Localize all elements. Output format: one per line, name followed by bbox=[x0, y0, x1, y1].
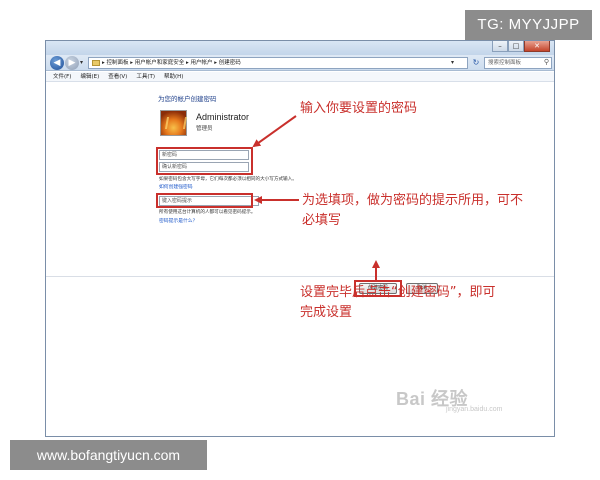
maximize-button[interactable]: □ bbox=[508, 41, 524, 52]
minimize-button[interactable]: – bbox=[492, 41, 508, 52]
case-sensitivity-note: 如果密码包含大写字母，它们每次都必须以相同的大小写方式输入。 bbox=[159, 177, 297, 182]
user-name: Administrator bbox=[196, 112, 250, 122]
search-icon[interactable]: ⚲ bbox=[544, 58, 549, 66]
forward-arrow-icon[interactable]: ▶ bbox=[65, 56, 79, 70]
annotation-finish: 设置完毕后点击“创建密码”，即可 完成设置 bbox=[300, 283, 495, 323]
user-role: 管理员 bbox=[196, 126, 213, 132]
menu-help[interactable]: 帮助(H) bbox=[164, 72, 183, 81]
annotation-enter-password: 输入你要设置的密码 bbox=[300, 101, 418, 116]
address-bar: ◀ ▶ ▾ ▸ 控制面板 ▸ 用户帐户和家庭安全 ▸ 用户帐户 ▸ 创建密码 ▾… bbox=[46, 55, 554, 71]
password-hint-help-link[interactable]: 密码提示是什么？ bbox=[159, 217, 197, 224]
history-dropdown-icon[interactable]: ▾ bbox=[80, 59, 83, 66]
address-dropdown-icon[interactable]: ▾ bbox=[451, 57, 454, 69]
menu-edit[interactable]: 编辑(E) bbox=[80, 72, 99, 81]
button-divider bbox=[46, 276, 554, 277]
menu-file[interactable]: 文件(F) bbox=[53, 72, 71, 81]
password-highlight-box bbox=[156, 147, 253, 175]
user-avatar bbox=[160, 110, 187, 136]
window-controls: – □ ✕ bbox=[492, 41, 550, 52]
address-input[interactable]: ▸ 控制面板 ▸ 用户帐户和家庭安全 ▸ 用户帐户 ▸ 创建密码 bbox=[88, 57, 468, 69]
menu-bar: 文件(F) 编辑(E) 查看(V) 工具(T) 帮助(H) bbox=[46, 72, 554, 82]
annotation-finish-line1: 设置完毕后点击“创建密码”，即可 bbox=[300, 285, 496, 300]
screenshot-stage: TG: MYYJJPP – □ ✕ ◀ ▶ ▾ ▸ 控制面板 ▸ 用户帐户和家庭… bbox=[0, 0, 600, 480]
site-badge: www.bofangtiyucn.com bbox=[10, 440, 207, 470]
page-title: 为您的帐户创建密码 bbox=[158, 95, 217, 103]
annotation-hint-line1: 为选填项，做为密码的提示所用，可不 bbox=[302, 193, 524, 208]
refresh-icon[interactable]: ↻ bbox=[470, 56, 482, 70]
annotation-hint-line2: 必填写 bbox=[302, 213, 342, 228]
close-button[interactable]: ✕ bbox=[524, 41, 550, 52]
menu-view[interactable]: 查看(V) bbox=[108, 72, 127, 81]
title-bar: – □ ✕ bbox=[46, 41, 554, 55]
hint-highlight-box bbox=[156, 193, 253, 208]
back-arrow-icon[interactable]: ◀ bbox=[50, 56, 64, 70]
baidu-watermark-url: jingyan.baidu.com bbox=[446, 406, 503, 413]
strong-password-link[interactable]: 如何创建强密码 bbox=[159, 183, 193, 190]
control-panel-icon bbox=[92, 59, 100, 66]
annotation-finish-line2: 完成设置 bbox=[300, 305, 353, 320]
hint-visibility-note: 所有使用这台计算机的人都可以看见密码提示。 bbox=[159, 210, 256, 215]
tg-badge: TG: MYYJJPP bbox=[465, 10, 592, 40]
address-path: ▸ 控制面板 ▸ 用户帐户和家庭安全 ▸ 用户帐户 ▸ 创建密码 bbox=[102, 60, 241, 66]
create-password-panel: 为您的帐户创建密码 Administrator 管理员 新密码 确认新密码 如果… bbox=[46, 83, 554, 436]
annotation-hint-optional: 为选填项，做为密码的提示所用，可不 必填写 bbox=[302, 191, 523, 231]
menu-tools[interactable]: 工具(T) bbox=[136, 72, 155, 81]
search-placeholder: 搜索控制面板 bbox=[488, 60, 522, 66]
search-input[interactable]: 搜索控制面板 ⚲ bbox=[484, 57, 552, 69]
